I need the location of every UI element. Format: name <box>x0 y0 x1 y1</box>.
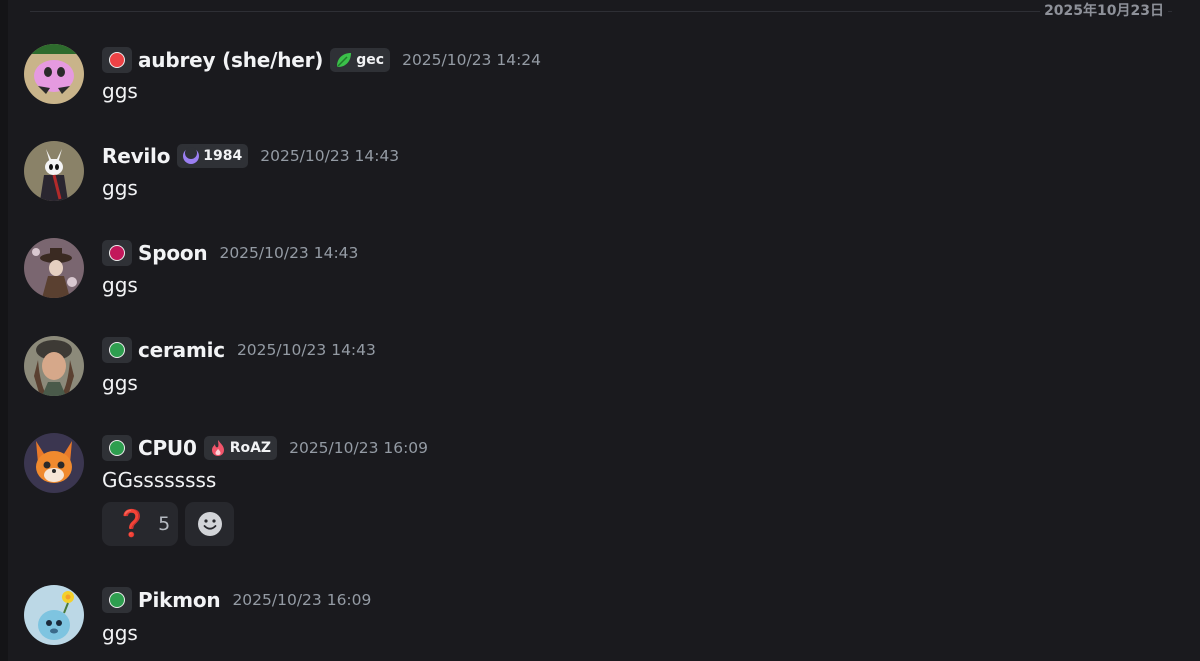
reaction-question-mark[interactable]: ❓ 5 <box>102 502 178 546</box>
purple-moon-icon <box>183 147 200 164</box>
timestamp[interactable]: 2025/10/23 14:24 <box>402 51 541 69</box>
message-text: ggs <box>102 371 138 395</box>
reactions-bar: ❓ 5 <box>102 502 234 546</box>
username[interactable]: aubrey (she/her) <box>138 48 323 72</box>
role-color-dot <box>109 342 125 358</box>
message-text: GGssssssss <box>102 468 217 492</box>
username[interactable]: Spoon <box>138 241 208 265</box>
avatar[interactable] <box>24 238 84 298</box>
role-icon[interactable] <box>102 337 132 363</box>
add-reaction-smiley-icon <box>197 512 222 536</box>
message-text: ggs <box>102 176 138 200</box>
flame-icon <box>211 440 224 456</box>
date-divider: 2025年10月23日 <box>1040 1 1168 21</box>
timestamp[interactable]: 2025/10/23 16:09 <box>232 591 371 609</box>
clan-tag[interactable]: gec <box>330 48 391 72</box>
message-text: ggs <box>102 273 138 297</box>
username[interactable]: Pikmon <box>138 588 221 612</box>
clan-tag-label: RoAZ <box>229 440 272 456</box>
role-icon[interactable] <box>102 47 132 73</box>
left-edge <box>0 0 8 661</box>
username[interactable]: ceramic <box>138 338 225 362</box>
add-reaction-button[interactable] <box>185 502 234 546</box>
clan-tag-label: 1984 <box>203 148 243 164</box>
message-text: ggs <box>102 79 138 103</box>
role-color-dot <box>109 592 125 608</box>
green-leaf-icon <box>337 53 352 67</box>
clan-tag-label: gec <box>356 52 385 68</box>
role-icon[interactable] <box>102 587 132 613</box>
role-icon[interactable] <box>102 240 132 266</box>
message-text: ggs <box>102 621 138 645</box>
reaction-count: 5 <box>158 513 171 535</box>
timestamp[interactable]: 2025/10/23 14:43 <box>260 147 399 165</box>
role-icon[interactable] <box>102 435 132 461</box>
clan-tag[interactable]: RoAZ <box>203 436 278 460</box>
role-color-dot <box>109 440 125 456</box>
timestamp[interactable]: 2025/10/23 16:09 <box>289 439 428 457</box>
date-divider-line <box>30 11 1172 12</box>
red-question-mark-icon: ❓ <box>115 509 149 539</box>
avatar[interactable] <box>24 585 84 645</box>
username[interactable]: Revilo <box>102 144 170 168</box>
username[interactable]: CPU0 <box>138 436 197 460</box>
avatar[interactable] <box>24 141 84 201</box>
timestamp[interactable]: 2025/10/23 14:43 <box>237 341 376 359</box>
avatar[interactable] <box>24 44 84 104</box>
avatar[interactable] <box>24 336 84 396</box>
clan-tag[interactable]: 1984 <box>177 144 249 168</box>
role-color-dot <box>109 52 125 68</box>
role-color-dot <box>109 245 125 261</box>
avatar[interactable] <box>24 433 84 493</box>
timestamp[interactable]: 2025/10/23 14:43 <box>219 244 358 262</box>
